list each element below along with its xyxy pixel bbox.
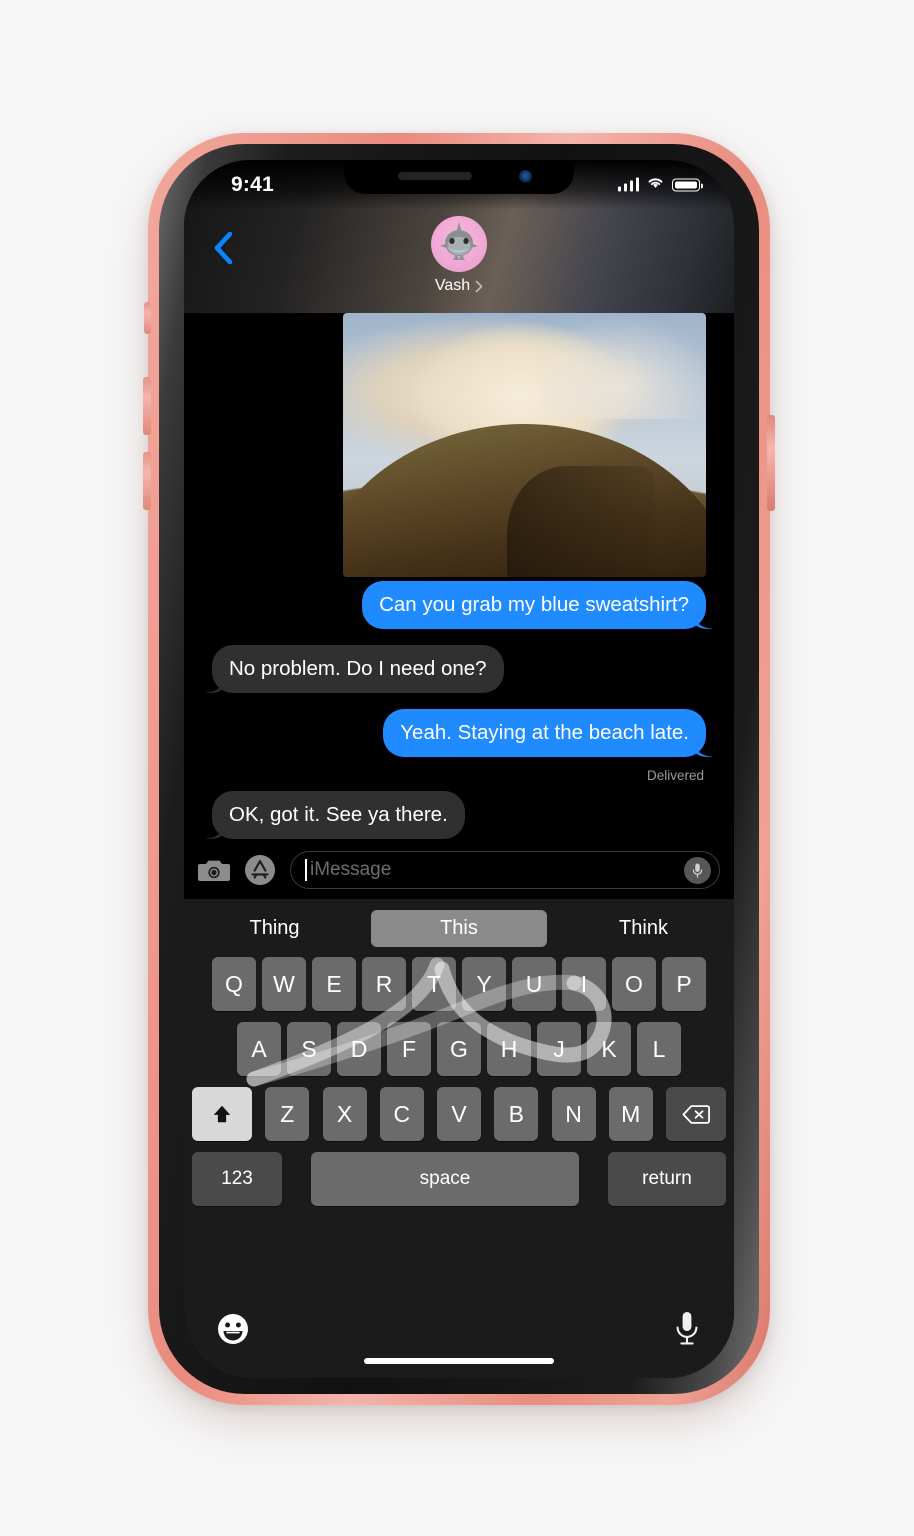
key-m[interactable]: M [608,1087,653,1141]
message-input-bar[interactable]: iMessage [184,841,734,899]
message-bubble-received[interactable]: OK, got it. See ya there. [206,791,465,839]
key-z[interactable]: Z [265,1087,310,1141]
hill-silhouette [343,423,706,577]
keyboard-bottom-bar[interactable] [184,1282,734,1378]
phone-screen: Vash 9:41 Can you grab my blue sweatshir… [184,160,734,1378]
key-e[interactable]: E [312,957,356,1011]
prediction-thing[interactable]: Thing [184,910,365,947]
key-y[interactable]: Y [462,957,506,1011]
space-key[interactable]: space [311,1152,579,1206]
key-n[interactable]: N [551,1087,596,1141]
on-screen-keyboard[interactable]: Thing This Think Q W E R T Y U I O P A S… [184,899,734,1282]
bubble-tail [690,607,712,629]
message-text: Can you grab my blue sweatshirt? [379,593,689,616]
key-r[interactable]: R [362,957,406,1011]
keyboard-row-2: A S D F G H J K L [184,1022,734,1076]
iphone-device-frame: Vash 9:41 Can you grab my blue sweatshir… [148,133,770,1405]
return-key[interactable]: return [608,1152,726,1206]
shift-up-arrow-icon[interactable] [192,1087,252,1141]
bubble-tail [206,817,228,839]
bubble-tail [690,735,712,757]
key-a[interactable]: A [237,1022,281,1076]
key-g[interactable]: G [437,1022,481,1076]
key-p[interactable]: P [662,957,706,1011]
text-caret [305,859,307,881]
signal-bars-icon [617,177,639,192]
delivery-status: Delivered [646,768,704,783]
home-indicator-bar[interactable] [364,1358,554,1364]
dictation-microphone-icon[interactable] [674,1310,700,1346]
message-thread[interactable]: Can you grab my blue sweatshirt? No prob… [184,313,734,1378]
message-bubble-received[interactable]: No problem. Do I need one? [206,645,504,693]
predictive-text-bar[interactable]: Thing This Think [184,899,734,957]
bubble-tail [206,671,228,693]
prediction-this[interactable]: This [371,909,547,947]
message-bubble-sent[interactable]: Can you grab my blue sweatshirt? [362,581,712,629]
keyboard-row-4: 123 space return [184,1152,734,1206]
contact-name-row[interactable]: Vash [435,277,483,295]
key-x[interactable]: X [322,1087,367,1141]
app-store-icon[interactable] [243,853,277,887]
volume-up-button[interactable] [143,377,151,435]
back-chevron-icon[interactable] [212,231,234,265]
emoji-smiley-icon[interactable] [216,1312,250,1346]
key-d[interactable]: D [337,1022,381,1076]
message-input-field[interactable]: iMessage [290,851,720,889]
earpiece-speaker [398,172,472,180]
wifi-icon [646,176,665,195]
keyboard-row-1: Q W E R T Y U I O P [184,957,734,1011]
key-q[interactable]: Q [212,957,256,1011]
numbers-key[interactable]: 123 [192,1152,282,1206]
contact-name: Vash [434,277,471,294]
front-camera-icon [519,170,532,183]
microphone-icon[interactable] [684,856,711,884]
hill-photo-attachment[interactable] [343,313,706,577]
keyboard-row-3: Z X C V B N M [184,1087,734,1141]
prediction-think[interactable]: Think [553,910,734,947]
key-j[interactable]: J [537,1022,581,1076]
volume-down-button[interactable] [143,452,151,510]
message-bubble-sent[interactable]: Yeah. Staying at the beach late. [383,709,712,757]
contact-header[interactable]: Vash [431,216,487,295]
power-button[interactable] [767,415,775,511]
key-c[interactable]: C [379,1087,424,1141]
key-h[interactable]: H [487,1022,531,1076]
screenshot-canvas: Vash 9:41 Can you grab my blue sweatshir… [0,0,914,1536]
status-indicators [617,176,703,195]
key-u[interactable]: U [512,957,556,1011]
status-time: 9:41 [231,173,274,196]
key-s[interactable]: S [287,1022,331,1076]
message-text: No problem. Do I need one? [229,657,487,680]
key-l[interactable]: L [637,1022,681,1076]
mute-switch-button[interactable] [144,302,151,334]
message-text: OK, got it. See ya there. [229,803,448,826]
key-k[interactable]: K [587,1022,631,1076]
key-o[interactable]: O [612,957,656,1011]
device-notch [344,160,574,194]
key-b[interactable]: B [494,1087,539,1141]
key-t[interactable]: T [412,957,456,1011]
message-placeholder: iMessage [310,859,392,880]
backspace-delete-icon[interactable] [666,1087,726,1141]
key-f[interactable]: F [387,1022,431,1076]
chevron-right-icon[interactable] [475,280,483,293]
shark-memoji-avatar[interactable] [431,216,487,272]
camera-icon[interactable] [198,857,230,883]
cloud-highlight-secondary [542,313,706,419]
key-w[interactable]: W [262,957,306,1011]
key-i[interactable]: I [562,957,606,1011]
key-v[interactable]: V [437,1087,481,1141]
battery-icon [672,178,703,192]
message-text: Yeah. Staying at the beach late. [400,721,689,744]
